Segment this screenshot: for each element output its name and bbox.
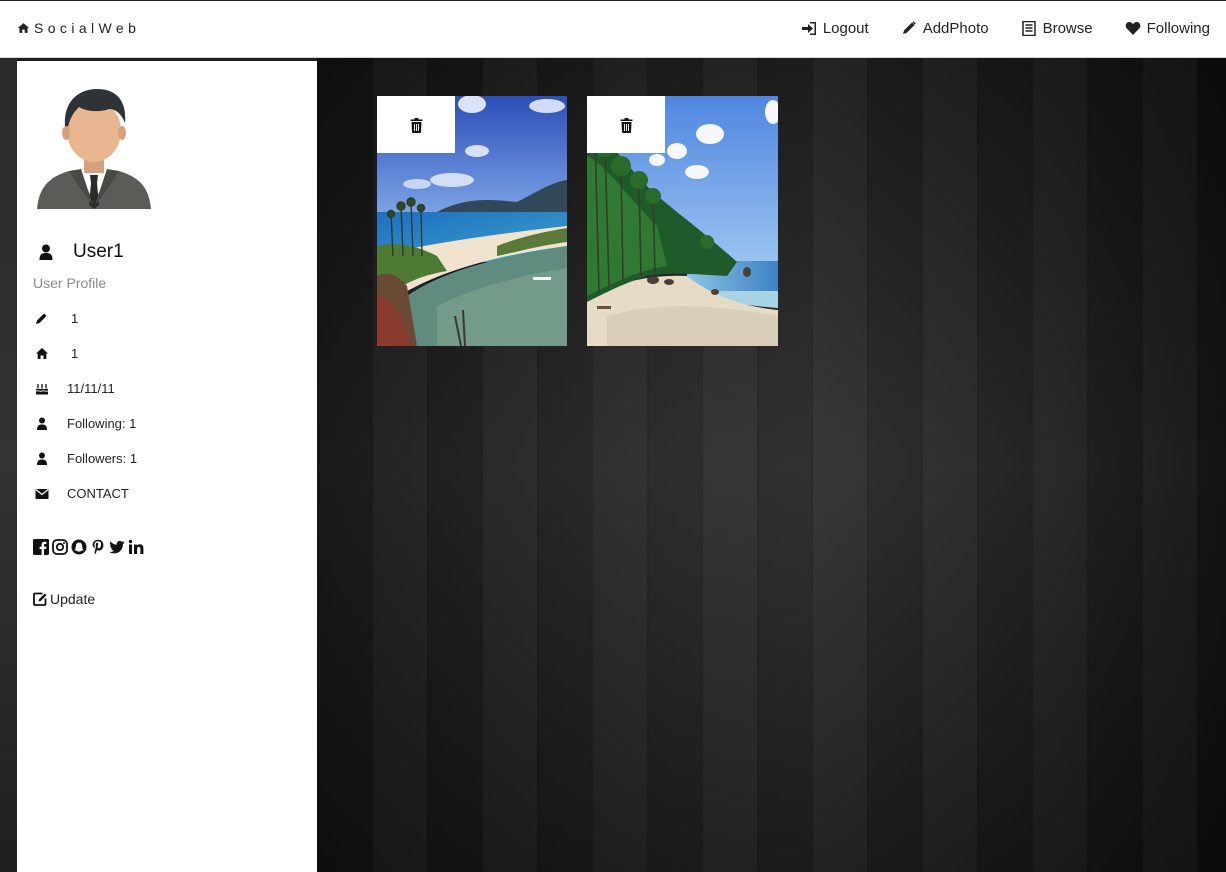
trash-icon (620, 117, 632, 133)
brand-name: SocialWeb (34, 20, 141, 36)
following-label: Following (1146, 20, 1210, 37)
info-row-home: 1 (33, 346, 78, 361)
pinterest-icon[interactable] (90, 539, 106, 555)
nav-links: Logout AddPhoto Browse Following (769, 20, 1210, 37)
username-row: User1 (33, 241, 124, 263)
following-link[interactable]: Following (1125, 20, 1210, 37)
contact-label: CONTACT (67, 486, 129, 501)
instagram-icon[interactable] (52, 539, 68, 555)
social-links (33, 539, 144, 555)
browse-link[interactable]: Browse (1021, 20, 1093, 37)
sign-in-icon (801, 22, 816, 35)
user-icon (37, 452, 47, 465)
heart-icon (1125, 22, 1140, 35)
twitter-icon[interactable] (109, 539, 125, 555)
browse-label: Browse (1042, 20, 1093, 37)
pencil-icon (902, 21, 916, 34)
info-row-pencil: 1 (33, 311, 78, 326)
info-pencil-value: 1 (71, 311, 79, 326)
top-navbar: SocialWeb Logout AddPhoto Browse Followi… (0, 0, 1226, 58)
profile-subtitle: User Profile (33, 275, 107, 291)
profile-sidebar: User1 User Profile 1 1 11/11/11 Followin… (17, 61, 317, 872)
delete-photo-button[interactable] (587, 96, 665, 153)
avatar (37, 89, 151, 209)
home-icon (36, 348, 48, 359)
add-photo-label: AddPhoto (922, 20, 989, 37)
info-row-following: Following: 1 (33, 416, 136, 431)
info-row-birthday: 11/11/11 (33, 381, 115, 396)
delete-photo-button[interactable] (377, 96, 455, 153)
photo-card[interactable] (377, 96, 567, 346)
logout-link[interactable]: Logout (801, 20, 869, 37)
followers-count: Followers: 1 (67, 451, 138, 466)
home-icon (17, 23, 30, 33)
photo-card[interactable] (587, 96, 778, 346)
contact-link[interactable]: CONTACT (33, 486, 129, 501)
user-icon (39, 244, 53, 260)
add-photo-link[interactable]: AddPhoto (901, 20, 989, 37)
linkedin-icon[interactable] (128, 539, 144, 555)
brand-link[interactable]: SocialWeb (17, 20, 140, 36)
following-count: Following: 1 (67, 416, 137, 431)
birthday-value: 11/11/11 (67, 381, 115, 396)
trash-icon (410, 117, 422, 133)
info-home-value: 1 (71, 346, 79, 361)
update-profile-link[interactable]: Update (33, 591, 95, 607)
edit-icon (33, 592, 47, 606)
info-row-followers: Followers: 1 (33, 451, 137, 466)
username: User1 (73, 241, 124, 262)
list-icon (1021, 21, 1036, 36)
snapchat-icon[interactable] (71, 539, 87, 555)
birthday-cake-icon (35, 384, 49, 395)
logout-label: Logout (822, 20, 869, 37)
facebook-icon[interactable] (33, 539, 49, 555)
update-label: Update (50, 591, 96, 607)
page-background-left (0, 58, 17, 872)
pencil-icon (36, 313, 47, 324)
user-icon (37, 417, 47, 430)
envelope-icon (35, 489, 49, 499)
